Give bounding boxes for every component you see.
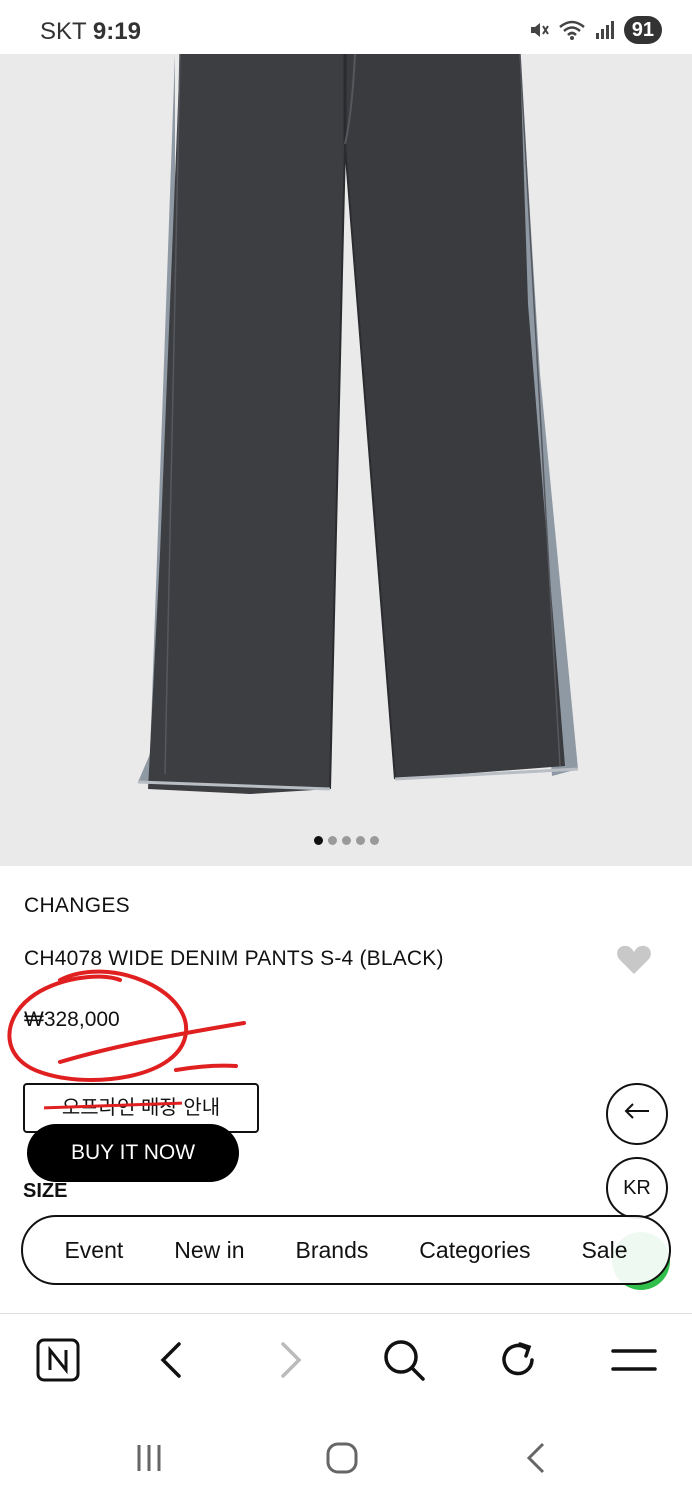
status-left: SKT 9:19 [40,18,141,46]
category-nav: Event New in Brands Categories Sale [21,1215,671,1285]
mute-icon [528,19,550,41]
cat-nav-event[interactable]: Event [64,1237,123,1264]
menu-icon[interactable] [610,1336,658,1384]
cat-nav-sale[interactable]: Sale [581,1237,627,1264]
status-icons: 91 [528,16,662,44]
cat-nav-categories[interactable]: Categories [419,1237,530,1264]
cat-nav-brands[interactable]: Brands [295,1237,368,1264]
heart-icon[interactable] [616,944,652,976]
wifi-icon [558,19,586,41]
reload-icon[interactable] [494,1336,542,1384]
buy-now-button[interactable]: BUY IT NOW [27,1124,239,1182]
browser-toolbar [0,1313,692,1407]
carousel-dot[interactable] [355,836,365,845]
carousel-dots[interactable] [0,836,692,845]
product-image-carousel[interactable] [0,54,692,866]
system-nav-bar [0,1408,692,1500]
carousel-dot[interactable] [313,836,323,845]
carousel-dot[interactable] [369,836,379,845]
battery-level: 91 [623,16,662,44]
clock: 9:19 [92,18,141,45]
signal-icon [594,19,616,41]
red-annotation-scribble [7,969,246,1082]
size-label: SIZE [23,1180,68,1202]
back-icon[interactable] [148,1336,196,1384]
language-button[interactable]: KR [606,1157,668,1219]
carousel-dot[interactable] [341,836,351,845]
arrow-left-icon [623,1101,651,1127]
carrier: SKT [40,18,87,45]
search-icon[interactable] [380,1336,428,1384]
forward-icon[interactable] [266,1336,314,1384]
naver-home-icon[interactable] [34,1336,82,1384]
denim-pants-image [137,54,579,794]
system-back-icon[interactable] [514,1436,558,1480]
cat-nav-new-in[interactable]: New in [174,1237,244,1264]
carousel-dot[interactable] [327,836,337,845]
status-bar: SKT 9:19 91 [0,0,692,54]
product-brand[interactable]: CHANGES [24,894,130,918]
back-floating-button[interactable] [606,1083,668,1145]
home-icon[interactable] [320,1436,364,1480]
recent-apps-icon[interactable] [127,1436,171,1480]
